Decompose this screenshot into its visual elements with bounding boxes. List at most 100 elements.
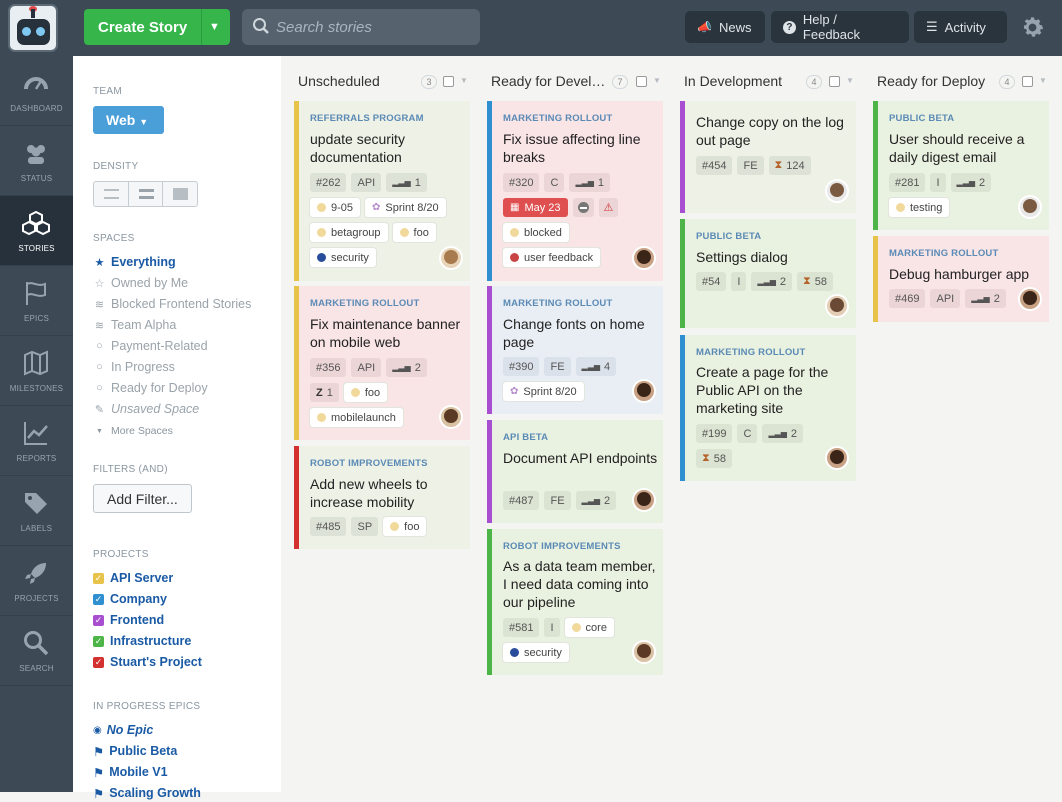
project-company[interactable]: ✓ Company	[93, 590, 167, 608]
nav-reports[interactable]: REPORTS	[0, 406, 73, 476]
avatar[interactable]	[632, 640, 656, 664]
column-select-checkbox[interactable]	[443, 76, 454, 87]
story-card[interactable]: Change copy on the log out page #454 FE ⧗ 1…	[680, 101, 856, 213]
search-input[interactable]	[276, 16, 471, 38]
story-card[interactable]: ROBOT IMPROVEMENTS As a data team member…	[487, 529, 663, 675]
density-compact-button[interactable]	[94, 182, 129, 206]
epic-mobile-v1[interactable]: ⚑ Mobile V1	[93, 763, 168, 781]
avatar[interactable]	[439, 246, 463, 270]
due-date-badge[interactable]: ▦ May 23	[503, 198, 568, 217]
nav-labels[interactable]: LABELS	[0, 476, 73, 546]
iteration-chip[interactable]: ✿ Sprint 8/20	[365, 198, 446, 217]
label-chip[interactable]: core	[564, 618, 614, 637]
caret-down-icon[interactable]: ▼	[460, 76, 468, 85]
avatar[interactable]	[1018, 195, 1042, 219]
space-owned-by-me[interactable]: ☆ Owned by Me	[93, 274, 189, 292]
story-card[interactable]: API BETA Document API endpoints #487 FE ▂▃…	[487, 420, 663, 523]
nav-epics[interactable]: EPICS	[0, 266, 73, 336]
column-select-checkbox[interactable]	[1022, 76, 1033, 87]
checkbox-icon[interactable]: ✓	[93, 656, 104, 668]
caret-down-icon[interactable]: ▼	[1039, 76, 1047, 85]
zendesk-badge[interactable]: Z1	[310, 383, 339, 402]
label-chip[interactable]: foo	[343, 383, 388, 402]
nav-projects[interactable]: PROJECTS	[0, 546, 73, 616]
rocket-icon	[25, 563, 46, 584]
checkbox-icon[interactable]: ✓	[93, 635, 104, 647]
density-medium-button[interactable]	[129, 182, 164, 206]
project-frontend[interactable]: ✓ Frontend	[93, 611, 164, 629]
space-everything[interactable]: ★ Everything	[93, 253, 176, 271]
column-header-in-development: In Development 4 ▼	[684, 73, 854, 93]
space-team-alpha[interactable]: ≋ Team Alpha	[93, 316, 176, 334]
space-blocked-frontend[interactable]: ≋ Blocked Frontend Stories	[93, 295, 251, 313]
label-chip[interactable]: foo	[392, 223, 436, 242]
story-card[interactable]: MARKETING ROLLOUT Fix maintenance banner…	[294, 286, 470, 440]
epic-scaling-growth[interactable]: ⚑ Scaling Growth	[93, 784, 201, 802]
caret-down-icon[interactable]: ▼	[846, 76, 854, 85]
avatar[interactable]	[825, 446, 849, 470]
avatar[interactable]	[825, 294, 849, 318]
column-select-checkbox[interactable]	[636, 76, 647, 87]
label-chip[interactable]: 9-05	[310, 198, 361, 217]
avatar[interactable]	[632, 246, 656, 270]
avatar[interactable]	[632, 379, 656, 403]
label-chip[interactable]: user feedback	[503, 248, 601, 267]
epic-public-beta[interactable]: ⚑ Public Beta	[93, 742, 177, 760]
nav-status[interactable]: STATUS	[0, 126, 73, 196]
more-spaces-link[interactable]: ▼ More Spaces	[93, 422, 173, 440]
add-filter-button[interactable]: Add Filter...	[93, 484, 192, 513]
column-select-checkbox[interactable]	[829, 76, 840, 87]
project-api-server[interactable]: ✓ API Server	[93, 569, 173, 587]
blocked-icon[interactable]	[572, 198, 594, 217]
label-chip[interactable]: betagroup	[310, 223, 388, 242]
nav-dashboard[interactable]: DASHBOARD	[0, 56, 73, 126]
space-in-progress[interactable]: ○ In Progress	[93, 358, 175, 376]
label-chip[interactable]: blocked	[503, 223, 569, 242]
help-feedback-button[interactable]: ? Help / Feedback	[771, 11, 909, 43]
nav-search[interactable]: SEARCH	[0, 616, 73, 686]
story-card[interactable]: PUBLIC BETA Settings dialog #54 I ▂▃▅ 2 ⧗ 58	[680, 219, 856, 328]
epic-label: Scaling Growth	[109, 786, 201, 800]
story-card[interactable]: MARKETING ROLLOUT Fix issue affecting li…	[487, 101, 663, 281]
story-card[interactable]: MARKETING ROLLOUT Change fonts on home p…	[487, 286, 663, 414]
checkbox-icon[interactable]: ✓	[93, 614, 104, 626]
avatar[interactable]	[825, 179, 849, 203]
caret-down-icon[interactable]: ▼	[209, 21, 220, 33]
avatar[interactable]	[439, 405, 463, 429]
space-ready-for-deploy[interactable]: ○ Ready for Deploy	[93, 379, 207, 397]
epic-no-epic[interactable]: ◉ No Epic	[93, 721, 153, 739]
project-stuarts-project[interactable]: ✓ Stuart's Project	[93, 653, 202, 671]
label-chip[interactable]: security	[310, 248, 376, 267]
search-box[interactable]	[242, 9, 480, 45]
story-card[interactable]: REFERRALS PROGRAM update security docume…	[294, 101, 470, 281]
projects-heading: PROJECTS	[93, 549, 149, 560]
label-chip[interactable]: foo	[383, 517, 427, 536]
story-card[interactable]: MARKETING ROLLOUT Debug hamburger app #4…	[873, 236, 1049, 322]
nav-milestones[interactable]: MILESTONES	[0, 336, 73, 406]
caret-down-icon[interactable]: ▼	[653, 76, 661, 85]
nav-stories[interactable]: STORIES	[0, 196, 73, 266]
space-unsaved[interactable]: ✎ Unsaved Space	[93, 400, 199, 418]
checkbox-icon[interactable]: ✓	[93, 593, 104, 605]
avatar[interactable]	[1018, 287, 1042, 311]
activity-button[interactable]: ☰ Activity	[914, 11, 1007, 43]
story-card[interactable]: ROBOT IMPROVEMENTS Add new wheels to inc…	[294, 446, 470, 549]
team-dropdown[interactable]: Web ▼	[93, 106, 164, 134]
iteration-chip[interactable]: ✿ Sprint 8/20	[503, 382, 584, 401]
label-chip[interactable]: security	[503, 643, 569, 662]
warning-icon[interactable]: ⚠	[598, 198, 619, 217]
label-text: mobilelaunch	[331, 411, 396, 424]
create-story-button[interactable]: Create Story ▼	[84, 9, 230, 45]
story-card[interactable]: MARKETING ROLLOUT Create a page for the …	[680, 335, 856, 481]
label-chip[interactable]: testing	[889, 198, 950, 217]
space-payment-related[interactable]: ○ Payment-Related	[93, 337, 207, 355]
story-card[interactable]: PUBLIC BETA User should receive a daily …	[873, 101, 1049, 230]
avatar[interactable]	[632, 488, 656, 512]
project-infrastructure[interactable]: ✓ Infrastructure	[93, 632, 191, 650]
checkbox-icon[interactable]: ✓	[93, 572, 104, 584]
news-button[interactable]: 📣 News	[685, 11, 765, 43]
label-chip[interactable]: mobilelaunch	[310, 408, 403, 427]
gear-icon[interactable]	[1019, 14, 1046, 41]
app-logo[interactable]	[8, 4, 58, 52]
density-large-button[interactable]	[163, 182, 197, 206]
